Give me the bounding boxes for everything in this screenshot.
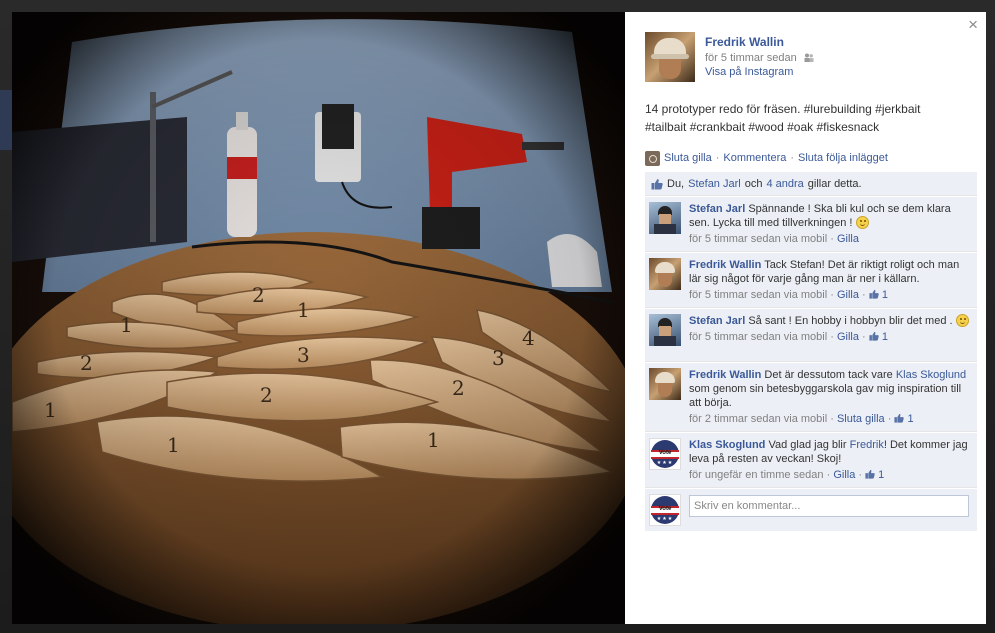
likes-person-link[interactable]: Stefan Jarl xyxy=(688,178,741,190)
comment-time[interactable]: för 5 timmar sedan via mobil xyxy=(689,233,827,245)
comment-like-link[interactable]: Gilla xyxy=(837,233,859,245)
author-avatar[interactable] xyxy=(645,32,695,82)
photo-viewer: 1 2 3 4 1 2 3 1 2 1 2 1 × Fredrik Wallin… xyxy=(12,12,986,624)
separator: · xyxy=(790,152,795,164)
comment-like-count[interactable]: 1 xyxy=(865,469,884,481)
comment: Stefan Jarl Så sant ! En hobby i hobbyn … xyxy=(645,308,977,362)
comment-author[interactable]: Fredrik Wallin xyxy=(689,259,761,271)
likes-and: och xyxy=(744,177,763,190)
instagram-icon xyxy=(645,150,660,166)
separator: · xyxy=(715,152,720,164)
like-thumb-icon xyxy=(869,289,879,299)
view-on-instagram-link[interactable]: Visa på Instagram xyxy=(705,66,793,78)
commenter-avatar[interactable] xyxy=(649,258,681,290)
comment-link[interactable]: Kommentera xyxy=(723,152,786,164)
like-count-value: 1 xyxy=(881,289,888,301)
comment-text: Så sant ! En hobby i hobbyn blir det med… xyxy=(748,315,953,327)
photo-image: 1 2 3 4 1 2 3 1 2 1 2 1 xyxy=(12,12,625,624)
comment-time[interactable]: för 5 timmar sedan via mobil xyxy=(689,331,827,343)
comment-like-link[interactable]: Gilla xyxy=(837,331,859,343)
author-name[interactable]: Fredrik Wallin xyxy=(705,35,784,49)
avatar-text: Vote xyxy=(658,450,672,456)
comment-like-link[interactable]: Gilla xyxy=(833,469,855,481)
photo[interactable]: 1 2 3 4 1 2 3 1 2 1 2 1 xyxy=(12,12,625,624)
comment-author[interactable]: Fredrik Wallin xyxy=(689,369,761,381)
feedback-box: Du, Stefan Jarl och 4 andra gillar detta… xyxy=(645,172,977,531)
smiley-icon xyxy=(855,216,869,229)
comment-like-count[interactable]: 1 xyxy=(869,331,888,343)
comment-like-link[interactable]: Gilla xyxy=(837,289,859,301)
comment-composer: Vote ★★★ xyxy=(645,488,977,531)
likes-suffix: gillar detta. xyxy=(807,177,862,190)
comment-time[interactable]: för 2 timmar sedan via mobil xyxy=(689,413,827,425)
post-time[interactable]: för 5 timmar sedan xyxy=(705,52,797,64)
comment-like-count[interactable]: 1 xyxy=(869,289,888,301)
comment-time[interactable]: för ungefär en timme sedan xyxy=(689,469,824,481)
comment-text: Det är dessutom tack vare xyxy=(764,369,893,381)
smiley-icon xyxy=(955,314,969,327)
viewer-avatar: Vote ★★★ xyxy=(649,494,681,526)
comment-unlike-link[interactable]: Sluta gilla xyxy=(837,413,885,425)
close-icon[interactable]: × xyxy=(968,16,978,33)
like-count-value: 1 xyxy=(907,413,914,425)
commenter-avatar[interactable]: Vote ★★★ xyxy=(649,438,681,470)
comment-text-cont: som genom sin betesbyggarskola gav mig i… xyxy=(689,383,962,409)
comment-text: Vad glad jag blir xyxy=(768,439,847,451)
mention-link[interactable]: Klas Skoglund xyxy=(896,369,966,381)
mention-link[interactable]: Fredrik xyxy=(850,439,884,451)
like-thumb-icon xyxy=(894,413,905,423)
like-count-value: 1 xyxy=(881,331,888,343)
like-thumb-icon xyxy=(651,178,663,189)
likes-prefix: Du, xyxy=(667,177,685,190)
post-caption: 14 prototyper redo för fräsen. #lurebuil… xyxy=(645,102,921,134)
likes-others-link[interactable]: 4 andra xyxy=(766,178,803,190)
avatar-text: Vote xyxy=(658,506,672,512)
unlike-link[interactable]: Sluta gilla xyxy=(664,152,712,164)
post-time-row: för 5 timmar sedan xyxy=(705,52,814,64)
comment: Vote ★★★ Klas Skoglund Vad glad jag blir… xyxy=(645,432,977,488)
comment-time[interactable]: för 5 timmar sedan via mobil xyxy=(689,289,827,301)
post-actions: Sluta gilla · Kommentera · Sluta följa i… xyxy=(645,149,980,167)
likes-summary: Du, Stefan Jarl och 4 andra gillar detta… xyxy=(645,172,977,196)
comment-input[interactable] xyxy=(689,495,969,517)
background-strip xyxy=(0,90,12,150)
comment: Stefan Jarl Spännande ! Ska bli kul och … xyxy=(645,196,977,252)
comment-author[interactable]: Stefan Jarl xyxy=(689,315,745,327)
like-thumb-icon xyxy=(869,331,879,341)
post-panel: × Fredrik Wallin för 5 timmar sedan Visa… xyxy=(625,12,986,624)
friends-icon[interactable] xyxy=(804,53,814,62)
comment: Fredrik Wallin Tack Stefan! Det är rikti… xyxy=(645,252,977,308)
comment-like-count[interactable]: 1 xyxy=(894,413,914,425)
unfollow-link[interactable]: Sluta följa inlägget xyxy=(798,152,888,164)
commenter-avatar[interactable] xyxy=(649,314,681,346)
like-count-value: 1 xyxy=(878,469,885,481)
comment-author[interactable]: Stefan Jarl xyxy=(689,203,745,215)
commenter-avatar[interactable] xyxy=(649,368,681,400)
like-thumb-icon xyxy=(865,469,875,479)
comment-author[interactable]: Klas Skoglund xyxy=(689,439,765,451)
comment: Fredrik Wallin Det är dessutom tack vare… xyxy=(645,362,977,432)
commenter-avatar[interactable] xyxy=(649,202,681,234)
